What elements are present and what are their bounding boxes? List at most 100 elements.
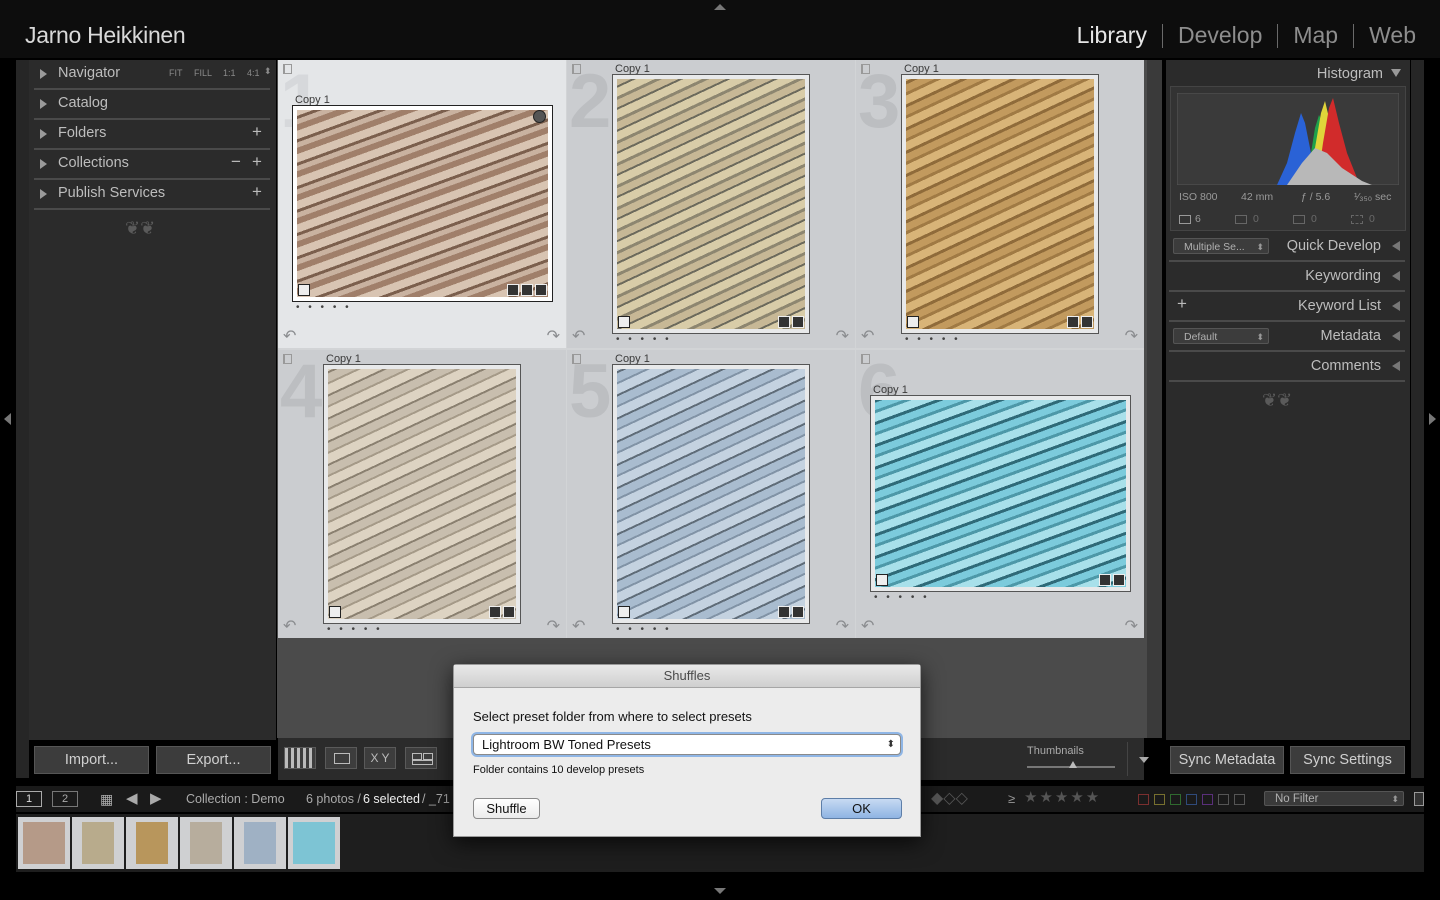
slider-knob-icon[interactable] xyxy=(1069,761,1077,768)
flag-icon[interactable] xyxy=(283,354,292,364)
histogram-header[interactable]: Histogram xyxy=(1169,60,1405,88)
rating-dots[interactable]: • • • • • xyxy=(327,624,383,635)
right-panel-toggle-icon[interactable] xyxy=(1429,413,1436,425)
color-filter-none-icon[interactable] xyxy=(1234,794,1245,805)
grid-scrollbar[interactable] xyxy=(1147,60,1162,738)
rotate-right-icon[interactable]: ↷ xyxy=(547,616,560,636)
rating-dots[interactable]: • • • • • xyxy=(296,302,352,313)
flag-icon[interactable] xyxy=(861,64,870,74)
add-collection-icon[interactable]: + xyxy=(252,152,262,172)
preset-folder-select[interactable]: Lightroom BW Toned Presets xyxy=(473,734,901,755)
filmstrip-thumb[interactable] xyxy=(18,817,70,869)
rotate-right-icon[interactable]: ↷ xyxy=(1125,326,1138,346)
compare-view-icon[interactable]: X Y xyxy=(364,747,396,769)
zoom-fill[interactable]: FILL xyxy=(194,68,212,78)
rotate-left-icon[interactable]: ↶ xyxy=(283,616,296,636)
filter-lock-icon[interactable] xyxy=(1414,792,1424,806)
grid-cell[interactable]: 6 Copy 1 • • • • • ↶ ↷ xyxy=(856,349,1144,638)
zoom-stepper-icon[interactable]: ⬍ xyxy=(264,66,272,77)
filter-preset-select[interactable]: No Filter xyxy=(1264,791,1404,806)
thumbnail-frame[interactable] xyxy=(612,74,810,334)
dialog-title[interactable]: Shuffles xyxy=(454,665,920,688)
rotate-left-icon[interactable]: ↶ xyxy=(861,616,874,636)
catalog-header[interactable]: Catalog xyxy=(34,90,270,120)
left-panel-toggle-icon[interactable] xyxy=(4,413,11,425)
filmstrip-thumb[interactable] xyxy=(126,817,178,869)
add-keyword-icon[interactable]: + xyxy=(1177,294,1187,314)
photo-thumbnail[interactable] xyxy=(617,79,805,329)
photo-thumbnail[interactable] xyxy=(297,110,548,297)
rating-dots[interactable]: • • • • • xyxy=(874,592,930,603)
rotate-right-icon[interactable]: ↷ xyxy=(836,326,849,346)
sync-metadata-button[interactable]: Sync Metadata xyxy=(1170,746,1284,774)
main-screen-button[interactable]: 1 xyxy=(16,791,42,807)
module-library[interactable]: Library xyxy=(1077,22,1147,49)
zoom-1-1[interactable]: 1:1 xyxy=(223,68,236,78)
color-filter-green-icon[interactable] xyxy=(1170,794,1181,805)
photo-thumbnail[interactable] xyxy=(875,400,1126,587)
grid-cell[interactable]: 5 Copy 1 • • • • • ↶ ↷ xyxy=(567,349,855,638)
thumbnail-frame[interactable] xyxy=(612,364,810,624)
module-develop[interactable]: Develop xyxy=(1178,22,1262,49)
grid-cell[interactable]: 4 Copy 1 • • • • • ↶ ↷ xyxy=(278,349,566,638)
rotate-right-icon[interactable]: ↷ xyxy=(547,326,560,346)
toolbar-menu-icon[interactable] xyxy=(1139,757,1149,763)
flag-icon[interactable] xyxy=(283,64,292,74)
second-screen-button[interactable]: 2 xyxy=(52,791,78,807)
panel-toggle-top-icon[interactable] xyxy=(714,4,726,10)
rotate-left-icon[interactable]: ↶ xyxy=(572,616,585,636)
color-filter-yellow-icon[interactable] xyxy=(1154,794,1165,805)
collections-header[interactable]: Collections − + xyxy=(34,150,270,180)
add-folder-icon[interactable]: + xyxy=(252,122,262,142)
grid-shortcut-icon[interactable]: ▦ xyxy=(100,791,113,808)
panel-toggle-bottom-icon[interactable] xyxy=(714,888,726,894)
publish-services-header[interactable]: Publish Services + xyxy=(34,180,270,210)
rating-dots[interactable]: • • • • • xyxy=(616,334,672,345)
photo-thumbnail[interactable] xyxy=(906,79,1094,329)
flag-icon[interactable] xyxy=(572,354,581,364)
color-filter-blue-icon[interactable] xyxy=(1186,794,1197,805)
saved-preset-select[interactable]: Multiple Se... xyxy=(1173,238,1269,255)
color-filter-purple-icon[interactable] xyxy=(1202,794,1213,805)
rating-operator[interactable]: ≥ xyxy=(1008,791,1015,806)
folders-header[interactable]: Folders + xyxy=(34,120,270,150)
grid-view-icon[interactable] xyxy=(284,747,316,769)
import-button[interactable]: Import... xyxy=(34,746,149,774)
rotate-right-icon[interactable]: ↷ xyxy=(1125,616,1138,636)
zoom-4-1[interactable]: 4:1 xyxy=(247,68,260,78)
rating-dots[interactable]: • • • • • xyxy=(616,624,672,635)
survey-view-icon[interactable] xyxy=(405,747,437,769)
forward-arrow-icon[interactable]: ▶ xyxy=(150,789,162,807)
grid-cell[interactable]: 2 Copy 1 • • • • • ↶ ↷ xyxy=(567,59,855,348)
filmstrip-thumb[interactable] xyxy=(234,817,286,869)
filmstrip-thumb[interactable] xyxy=(72,817,124,869)
flag-icon[interactable] xyxy=(861,354,870,364)
metadata-header[interactable]: Default Metadata xyxy=(1169,322,1405,352)
add-publish-service-icon[interactable]: + xyxy=(252,182,262,202)
thumbnail-frame[interactable] xyxy=(323,364,521,624)
zoom-fit[interactable]: FIT xyxy=(169,68,183,78)
star-filter-icon[interactable]: ★★★★★ xyxy=(1024,788,1101,806)
photo-thumbnail[interactable] xyxy=(328,369,516,619)
color-filter-other-icon[interactable] xyxy=(1218,794,1229,805)
metadata-preset-select[interactable]: Default xyxy=(1173,328,1269,345)
quick-develop-header[interactable]: Multiple Se... Quick Develop xyxy=(1169,232,1405,262)
target-collection-dot-icon[interactable] xyxy=(533,110,546,123)
grid-cell[interactable]: 1 Copy 1 • • • • • ↶ ↷ xyxy=(278,59,566,348)
rating-dots[interactable]: • • • • • xyxy=(905,334,961,345)
remove-collection-icon[interactable]: − xyxy=(231,152,241,172)
keyword-list-header[interactable]: + Keyword List xyxy=(1169,292,1405,322)
loupe-view-icon[interactable] xyxy=(325,747,357,769)
comments-header[interactable]: Comments xyxy=(1169,352,1405,382)
rotate-left-icon[interactable]: ↶ xyxy=(283,326,296,346)
rotate-left-icon[interactable]: ↶ xyxy=(861,326,874,346)
rotate-left-icon[interactable]: ↶ xyxy=(572,326,585,346)
sync-settings-button[interactable]: Sync Settings xyxy=(1290,746,1405,774)
thumbnail-frame[interactable] xyxy=(292,105,553,302)
keywording-header[interactable]: Keywording xyxy=(1169,262,1405,292)
back-arrow-icon[interactable]: ◀ xyxy=(126,789,138,807)
rotate-right-icon[interactable]: ↷ xyxy=(836,616,849,636)
source-collection-label[interactable]: Collection : Demo xyxy=(186,792,285,806)
shuffle-button[interactable]: Shuffle xyxy=(473,798,540,819)
color-filter-red-icon[interactable] xyxy=(1138,794,1149,805)
